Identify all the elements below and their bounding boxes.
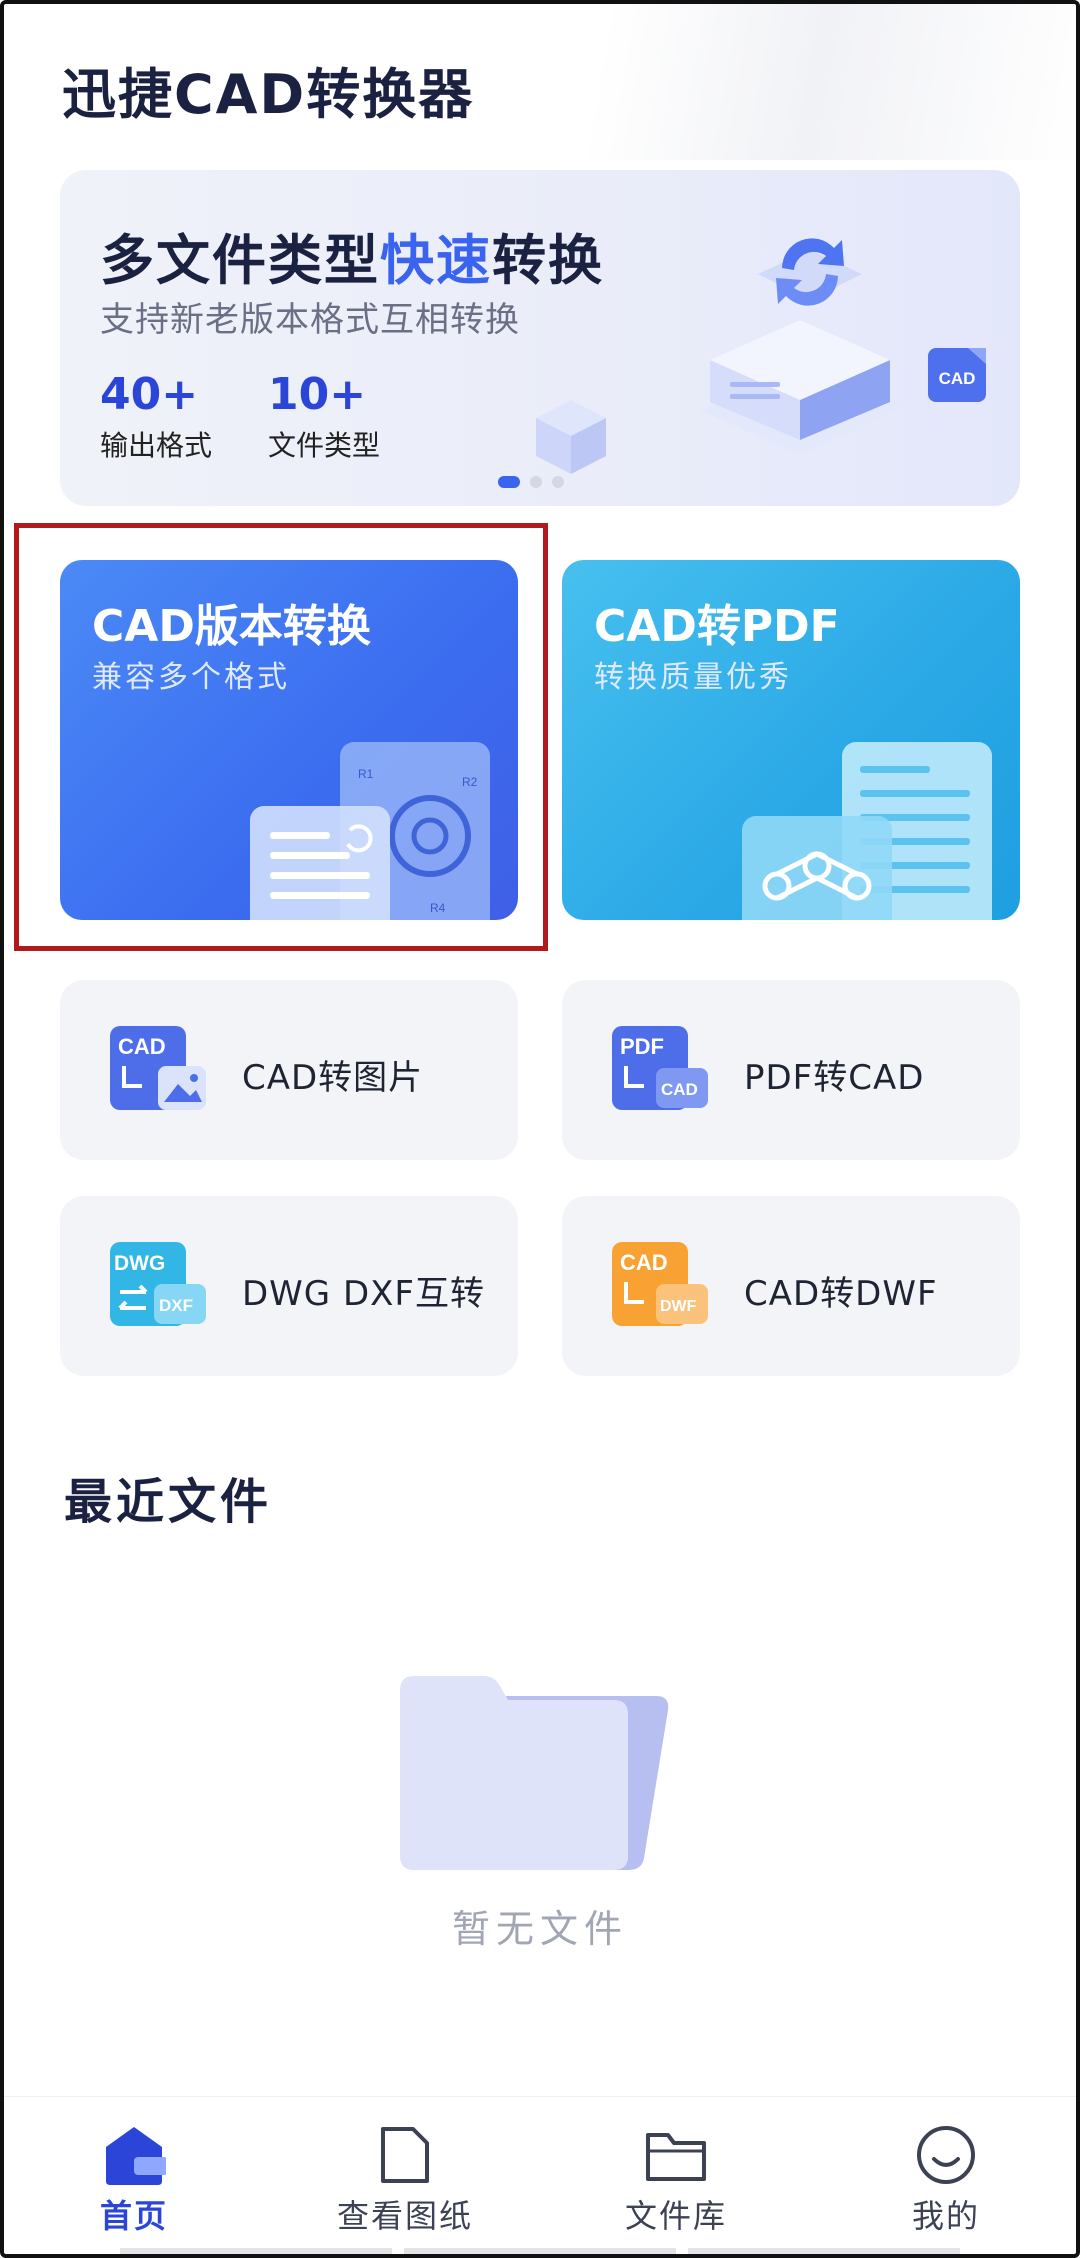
drawing-label-r4: R4 <box>430 901 446 915</box>
cube-illustration <box>536 400 606 474</box>
nav-view-drawings[interactable]: 查看图纸 <box>305 2123 505 2237</box>
cad-to-image-button[interactable]: CAD CAD转图片 <box>60 980 518 1160</box>
icon-text: CAD <box>661 1080 698 1099</box>
icon-text: CAD <box>118 1034 166 1059</box>
stat-value: 10+ <box>268 369 367 420</box>
empty-state-text: 暂无文件 <box>451 1907 628 1951</box>
carousel-dot[interactable] <box>552 476 564 488</box>
folder-icon <box>646 2133 706 2181</box>
nav-label: 我的 <box>911 2197 980 2235</box>
icon-text: DWG <box>114 1252 165 1275</box>
sync-icon <box>758 238 862 306</box>
cad-badge-text: CAD <box>939 369 976 388</box>
nav-profile[interactable]: 我的 <box>846 2123 1046 2237</box>
banner-title: 多文件类型快速转换 <box>100 216 604 295</box>
dwg-dxf-convert-button[interactable]: DWG DXF DWG DXF互转 <box>60 1196 518 1376</box>
nav-label: 查看图纸 <box>336 2197 473 2235</box>
recent-files-title: 最近文件 <box>64 1474 273 1530</box>
card-subtitle: 兼容多个格式 <box>92 660 290 695</box>
profile-icon <box>917 2126 975 2184</box>
banner-title-prefix: 多文件类型 <box>100 229 380 292</box>
drawing-icon <box>381 2127 429 2183</box>
icon-text: DXF <box>159 1296 193 1315</box>
cad-to-dwf-button[interactable]: CAD DWF CAD转DWF <box>562 1196 1020 1376</box>
nav-file-library[interactable]: 文件库 <box>576 2123 776 2237</box>
stat-output-formats: 40+ 输出格式 <box>100 370 212 464</box>
stat-value: 40+ <box>100 369 199 420</box>
card-subtitle: 转换质量优秀 <box>594 660 792 695</box>
tool-label: DWG DXF互转 <box>242 1274 485 1314</box>
drawing-label-r1: R1 <box>358 767 374 781</box>
dwg-dxf-convert-icon: DWG DXF <box>110 1242 206 1326</box>
promo-banner[interactable]: 多文件类型快速转换 支持新老版本格式互相转换 40+ 输出格式 10+ 文件类型… <box>60 170 1020 506</box>
cad-to-pdf-card[interactable]: CAD转PDF 转换质量优秀 <box>562 560 1020 920</box>
app-title: 迅捷CAD转换器 <box>62 63 475 126</box>
banner-title-highlight: 快速 <box>380 229 492 292</box>
carousel-indicator[interactable] <box>498 476 564 488</box>
cad-drawing-illustration: R1 R2 R4 <box>250 742 490 920</box>
tool-label: CAD转DWF <box>744 1274 938 1314</box>
pdf-to-cad-button[interactable]: PDF CAD PDF转CAD <box>562 980 1020 1160</box>
icon-text: PDF <box>620 1034 664 1059</box>
tool-label: CAD转图片 <box>242 1058 424 1098</box>
banner-subtitle: 支持新老版本格式互相转换 <box>100 300 520 340</box>
cad-badge-icon: CAD <box>928 348 986 402</box>
nav-label: 文件库 <box>624 2197 727 2235</box>
pdf-document-illustration <box>742 742 992 920</box>
nav-label: 首页 <box>99 2197 168 2235</box>
nav-home[interactable]: 首页 <box>34 2123 234 2237</box>
carousel-dot[interactable] <box>530 476 542 488</box>
drawing-label-r2: R2 <box>462 775 478 789</box>
icon-text: DWF <box>660 1298 697 1315</box>
cad-to-dwf-icon: CAD DWF <box>612 1242 708 1326</box>
stat-label: 文件类型 <box>268 429 381 462</box>
tool-label: PDF转CAD <box>744 1058 925 1098</box>
icon-text: CAD <box>620 1250 668 1275</box>
card-title: CAD转PDF <box>594 601 840 652</box>
cad-to-image-icon: CAD <box>110 1026 206 1110</box>
empty-folder-icon <box>400 1676 669 1870</box>
card-title: CAD版本转换 <box>92 601 371 652</box>
stat-file-types: 10+ 文件类型 <box>268 370 380 464</box>
bottom-edge-strips <box>120 2248 960 2258</box>
bottom-navigation: 首页 查看图纸 文件库 我的 <box>0 2096 1080 2258</box>
stat-label: 输出格式 <box>100 429 213 462</box>
carousel-dot[interactable] <box>498 476 520 488</box>
cad-version-convert-card[interactable]: CAD版本转换 兼容多个格式 R1 R2 R4 <box>60 560 518 920</box>
pdf-to-cad-icon: PDF CAD <box>612 1026 708 1110</box>
home-icon <box>106 2127 166 2185</box>
banner-title-suffix: 转换 <box>492 229 604 292</box>
